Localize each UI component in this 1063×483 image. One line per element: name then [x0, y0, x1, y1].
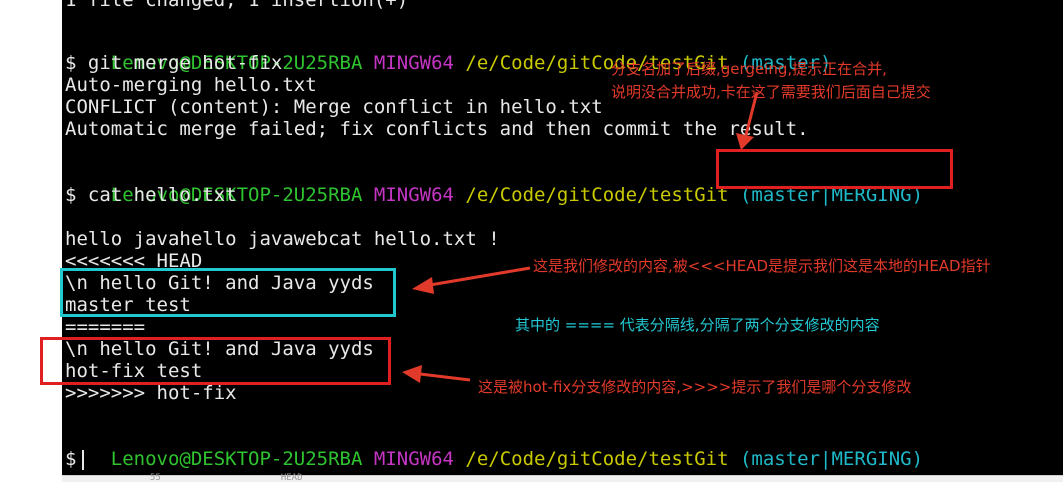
arrow-merging-head — [736, 133, 754, 150]
arrow-head — [429, 266, 531, 287]
merging-note-2: 说明没合并成功,卡在这了需要我们后面自己提交 — [611, 83, 931, 101]
arrow-hotfix-tip — [402, 365, 422, 383]
separator-note: 其中的 ==== 代表分隔线,分隔了两个分支修改的内容 — [515, 316, 880, 334]
head-note: 这是我们修改的内容,被<<<HEAD是提示我们这是本地的HEAD指针 — [533, 257, 991, 275]
annotation-arrows — [402, 91, 759, 383]
merging-note-1: 分支名加了后缀,gergeing,提示正在合并, — [611, 60, 887, 78]
arrow-head-tip — [412, 277, 434, 294]
hotfix-note: 这是被hot-fix分支修改的内容,>>>>提示了我们是哪个分支修改 — [478, 378, 912, 396]
arrow-hotfix — [419, 372, 471, 382]
